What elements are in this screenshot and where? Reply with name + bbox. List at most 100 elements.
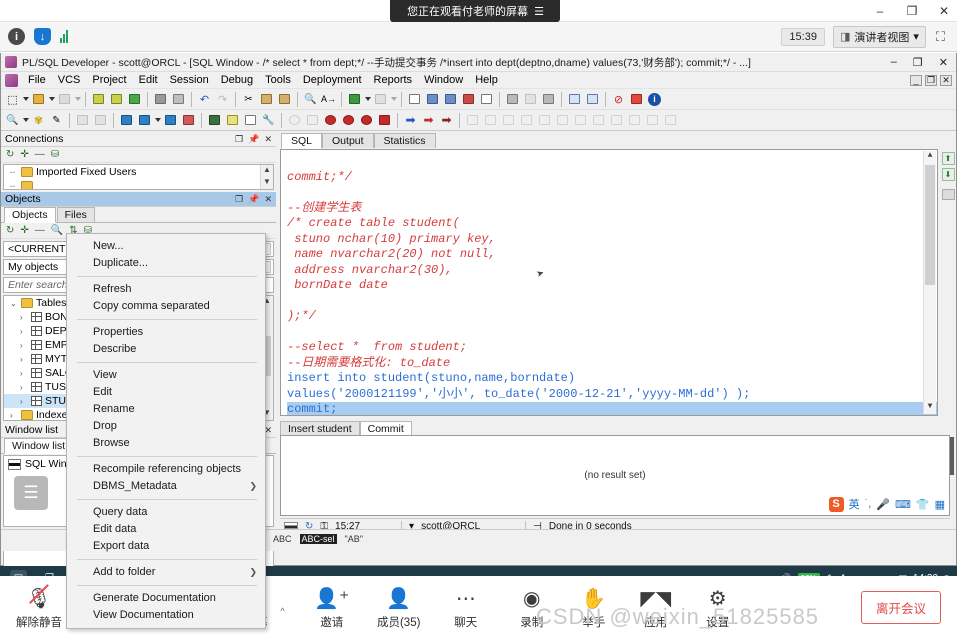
new-test-window-icon[interactable] [162,112,179,129]
expression-icon[interactable]: ˙, [865,498,872,510]
open-icon[interactable] [30,91,47,108]
list-menu-icon[interactable]: ☰ [534,5,544,18]
find-icon[interactable]: 🔍 [302,91,319,108]
explain-plan-icon[interactable] [406,91,423,108]
tab-window-list[interactable]: Window list [4,438,74,454]
edit-pencil-icon[interactable]: ✎ [48,112,65,129]
export-pdf-icon[interactable] [628,91,645,108]
add-icon[interactable]: ✛ [20,149,28,160]
context-menu-item-edit[interactable]: Edit [67,384,265,401]
about-icon[interactable]: i [646,91,663,108]
sogou-icon[interactable]: S [828,496,844,512]
tab-insert-student[interactable]: Insert student [280,421,360,436]
meeting-button-members[interactable]: 👤 成员(35) [363,585,435,630]
plsql-minimize-button[interactable]: – [891,56,897,69]
result-grid[interactable]: (no result set) S 英 ˙, 🎤 ⌨ 👕 ▦ [280,435,950,516]
remove-icon[interactable]: — [35,149,45,160]
step-over-icon[interactable] [442,91,459,108]
menu-file[interactable]: File [22,73,52,87]
context-menu-item-duplicate[interactable]: Duplicate... [67,255,265,272]
context-menu-item-query-data[interactable]: Query data [67,504,265,521]
chevron-down-icon[interactable]: ⌄ [10,299,18,308]
connections-scrollbar[interactable]: ▲ ▼ [260,165,273,189]
cut-icon[interactable]: ✂ [240,91,257,108]
breakpoint-cond-icon[interactable] [340,112,357,129]
expand-icon-2[interactable]: ┈ [10,182,18,190]
tab-sql[interactable]: SQL [281,133,323,149]
mdi-restore-button[interactable]: ❐ [925,74,937,86]
print-icon[interactable] [152,91,169,108]
objects-find-icon[interactable]: 🔍 [51,225,63,236]
context-menu-item-browse[interactable]: Browse [67,435,265,452]
scrollbar-thumb[interactable] [925,165,935,285]
restore-icon[interactable]: ❐ [235,134,243,145]
settings-gear-icon[interactable]: ✾ [30,112,47,129]
scroll-bottom-icon[interactable]: ⬇ [941,168,955,181]
shield-icon[interactable]: ↓ [34,28,51,45]
session-icon[interactable] [504,91,521,108]
fullscreen-icon[interactable]: ⛶ [934,29,947,45]
chevron-right-icon[interactable]: › [20,313,28,322]
scroll-up-icon[interactable]: ▲ [924,151,936,163]
run-to-cursor-icon[interactable] [460,91,477,108]
spellcheck-selected-icon[interactable]: ABC-sel [299,534,337,544]
keyboard-icon[interactable]: ⌨ [895,498,911,511]
sql-code-text[interactable]: commit;*/ --创建学生表 /* create table studen… [281,150,937,415]
share-caret-icon[interactable]: ^ [280,600,284,616]
connections-tree[interactable]: ┈ Imported Fixed Users ┈ ▲ ▼ [3,164,274,190]
step-back-icon[interactable]: ➡ [420,112,437,129]
history-icon[interactable] [242,112,259,129]
objects-restore-icon[interactable]: ❐ [235,194,243,205]
context-menu-item-refresh[interactable]: Refresh [67,281,265,298]
context-menu-item-dbms-metadata[interactable]: DBMS_Metadata ❯ [67,478,265,495]
test-icon[interactable] [206,112,223,129]
search-objects-icon[interactable]: 🔍 [4,112,21,129]
context-menu-item-describe[interactable]: Describe [67,341,265,358]
close-icon[interactable]: ✕ [264,134,272,145]
menu-help[interactable]: Help [469,73,504,87]
mic-icon[interactable]: 🎤 [876,498,890,511]
meeting-button-settings[interactable]: ⚙ 设置 [687,585,749,630]
tab-files[interactable]: Files [56,207,95,222]
context-menu-item-generate-documentation[interactable]: Generate Documentation [67,590,265,607]
menu-reports[interactable]: Reports [368,73,419,87]
run-icon[interactable]: ➡ [438,112,455,129]
plsql-close-button[interactable]: ✕ [939,56,948,69]
save-all-icon[interactable] [108,91,125,108]
meeting-button-chat[interactable]: ⋯ 聊天 [435,585,497,630]
quote-icon[interactable]: "AB" [345,534,363,544]
menu-project[interactable]: Project [86,73,132,87]
copy-icon[interactable] [258,91,275,108]
spellcheck-icon[interactable]: ABC [273,534,292,544]
close-icon[interactable]: ✕ [937,4,951,18]
meeting-button-unmute[interactable]: 🎙 解除静音 [8,584,70,630]
tile-windows-icon[interactable] [566,91,583,108]
notes-icon[interactable] [941,189,955,200]
context-menu-item-add-to-folder[interactable]: Add to folder ❯ [67,564,265,581]
print-preview-icon[interactable] [170,91,187,108]
mdi-close-button[interactable]: ✕ [940,74,952,86]
context-menu-item-view[interactable]: View [67,367,265,384]
tree-item-imported-fixed-users[interactable]: ┈ Imported Fixed Users [4,165,273,179]
minimize-icon[interactable]: – [873,4,887,18]
new-report-window-icon[interactable] [180,112,197,129]
ime-mode-label[interactable]: 英 [849,496,860,512]
skin-icon[interactable]: 👕 [916,498,930,511]
menu-vcs[interactable]: VCS [52,73,87,87]
find-next-icon[interactable]: A→ [320,91,337,108]
new-sql-window-icon[interactable] [118,112,135,129]
tab-objects[interactable]: Objects [4,207,56,223]
stop-icon[interactable]: ⊘ [610,91,627,108]
scroll-down-icon[interactable]: ▼ [261,177,273,189]
menu-deployment[interactable]: Deployment [297,73,368,87]
grid-icon[interactable] [584,91,601,108]
context-menu-item-recompile-referencing-objects[interactable]: Recompile referencing objects [67,461,265,478]
context-menu-item-drop[interactable]: Drop [67,418,265,435]
chevron-down-icon[interactable]: ▾ [913,30,919,43]
chevron-right-icon[interactable]: › [20,383,28,392]
meeting-button-raise-hand[interactable]: ✋ 举手 [563,585,625,630]
clipboard-check-icon[interactable] [224,112,241,129]
tab-statistics[interactable]: Statistics [373,133,436,148]
meeting-button-apps[interactable]: ◤◥ 应用 [625,585,687,630]
pin-icon[interactable]: 📌 [248,134,259,145]
